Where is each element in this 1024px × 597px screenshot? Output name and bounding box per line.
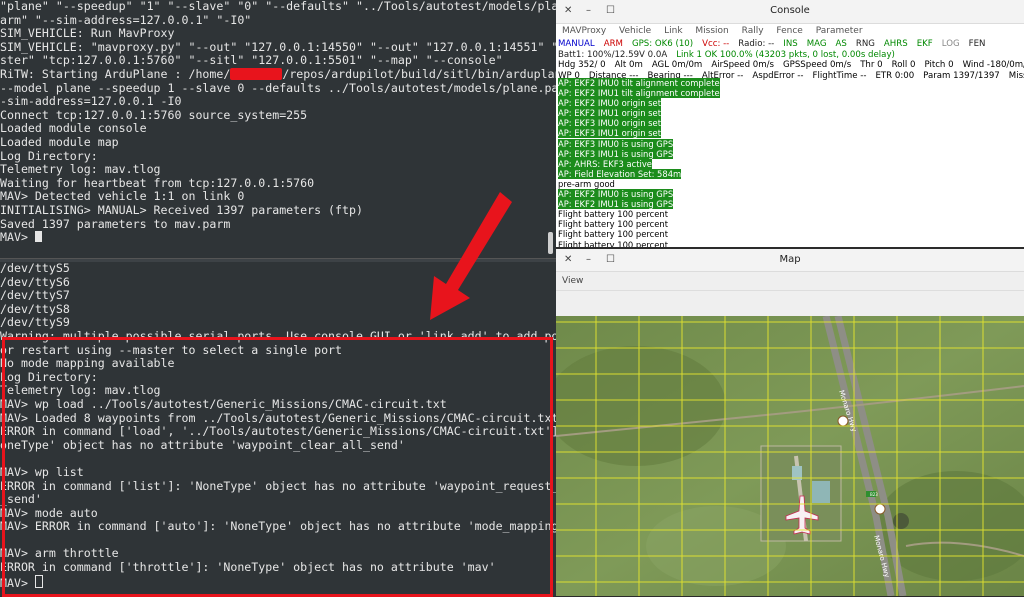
satellite-map[interactable]: B23 Monaro Hwy Monaro Hwy: [556, 316, 1024, 596]
status-field: Pitch 0: [924, 60, 954, 71]
terminal-line: arm" "--sim-address=127.0.0.1" "-I0": [0, 12, 252, 27]
status-row-attitude: Hdg 352/ 0 Alt 0m AGL 0m/0m AirSpeed 0m/s GP…: [556, 60, 1024, 71]
status-indicator: Link 1 OK 100.0% (43203 pkts, 0 lost, 0.…: [676, 49, 895, 60]
console-message: AP: EKF3 IMU1 origin set: [558, 128, 661, 139]
status-field: AGL 0m/0m: [651, 60, 703, 71]
menu-vehicle[interactable]: Vehicle: [619, 24, 651, 39]
status-field: GPSSpeed 0m/s: [783, 60, 852, 71]
console-message: AP: EKF2 IMU1 tilt alignment complete: [558, 88, 720, 99]
terminal-line: --model plane --speedup 1 --slave 0 --de…: [0, 80, 556, 95]
status-field: Thr 0: [860, 60, 883, 71]
status-row-mode: MANUAL ARM GPS: OK6 (10) Vcc: -- Radio: -- IN…: [556, 39, 1024, 50]
terminal-line: SIM_VEHICLE: Run MavProxy: [0, 26, 175, 41]
console-titlebar[interactable]: ✕ – ☐ Console: [556, 0, 1024, 24]
map-title: Map: [779, 254, 801, 265]
console-message: Flight battery 100 percent: [558, 219, 668, 230]
console-title: Console: [770, 5, 810, 16]
status-indicator: EKF: [916, 39, 933, 49]
menu-link[interactable]: Link: [664, 24, 682, 39]
console-message: AP: EKF3 IMU0 is using GPS: [558, 138, 674, 149]
status-indicator: Vcc: --: [702, 39, 730, 49]
console-message: AP: EKF2 IMU1 origin set: [558, 108, 661, 119]
terminal-line: Connect tcp:127.0.0.1:5760 source_system…: [0, 107, 308, 122]
status-field: Wind -180/0m/s: [962, 60, 1024, 71]
status-indicator: Batt1: 100%/12.59V 0.0A: [558, 49, 668, 60]
status-field: AirSpeed 0m/s: [711, 60, 774, 71]
status-indicator: ARM: [603, 39, 623, 49]
menu-mission[interactable]: Mission: [695, 24, 728, 39]
status-indicator: Radio: --: [738, 39, 775, 49]
terminal-line: Loaded module map: [0, 134, 119, 149]
menu-view[interactable]: View: [562, 276, 583, 286]
terminal-line: -sim-address=127.0.0.1 -I0: [0, 94, 182, 109]
console-message: AP: EKF3 IMU0 origin set: [558, 118, 661, 129]
redaction-mark: [230, 67, 283, 80]
console-message-log[interactable]: AP: EKF2 IMU0 tilt alignment complete AP:…: [556, 78, 1024, 247]
status-field: Hdg 352/ 0: [558, 60, 606, 71]
map-window: ✕ – ☐ Map View B23 Monaro Hwy Monaro Hwy: [556, 249, 1024, 596]
console-message: AP: Field Elevation Set: 584m: [558, 168, 682, 179]
ritw-prefix: RiTW: Starting ArduPlane : /home/: [0, 66, 231, 81]
terminal-line: "plane" "--speedup" "1" "--slave" "0" "-…: [0, 0, 556, 13]
terminal-line-ritw: RiTW: Starting ArduPlane : /home/ /repos/…: [0, 66, 556, 82]
terminal-line: SIM_VEHICLE: "mavproxy.py" "--out" "127.…: [0, 39, 556, 54]
status-indicator: MANUAL: [558, 39, 595, 49]
console-message: Flight battery 100 percent: [558, 229, 668, 240]
terminal-line: Telemetry log: mav.tlog: [0, 162, 161, 177]
status-indicator: LOG: [941, 39, 960, 49]
status-indicator: RNG: [855, 39, 875, 49]
status-indicator: GPS: OK6 (10): [631, 39, 694, 49]
status-indicator: AHRS: [883, 39, 908, 49]
status-indicator: INS: [783, 39, 798, 49]
cursor: [34, 231, 42, 243]
console-message: AP: EKF2 IMU0 tilt alignment complete: [558, 78, 720, 88]
console-message: Flight battery 100 percent: [558, 209, 668, 220]
status-indicator: MAG: [806, 39, 827, 49]
console-message: pre-arm good: [558, 178, 615, 189]
scrollbar-thumb[interactable]: [548, 232, 553, 254]
map-imagery: B23 Monaro Hwy Monaro Hwy: [556, 316, 1024, 596]
map-titlebar[interactable]: ✕ – ☐ Map: [556, 249, 1024, 272]
console-message: AP: EKF2 IMU0 is using GPS: [558, 189, 674, 200]
terminal-line: Log Directory:: [0, 148, 98, 163]
highlight-box: [2, 337, 553, 597]
red-arrow-icon: [430, 192, 512, 320]
console-window: ✕ – ☐ Console MAVProxy Vehicle Link Miss…: [556, 0, 1024, 247]
status-field: Roll 0: [891, 60, 916, 71]
menu-parameter[interactable]: Parameter: [816, 24, 863, 39]
terminal-line: ster" "tcp:127.0.0.1:5760" "--sitl" "127…: [0, 53, 503, 68]
road-badge: B23: [870, 492, 878, 497]
map-menubar: View: [556, 272, 1024, 291]
menu-fence[interactable]: Fence: [776, 24, 802, 39]
console-message: Flight battery 100 percent: [558, 239, 668, 248]
menu-rally[interactable]: Rally: [742, 24, 764, 39]
ritw-suffix: /repos/ardupilot/build/sitl/bin/arduplan…: [282, 66, 556, 81]
console-message: AP: EKF2 IMU0 origin set: [558, 98, 661, 109]
status-field: Alt 0m: [614, 60, 643, 71]
status-indicator: FEN: [968, 39, 986, 49]
status-row-battery: Batt1: 100%/12.59V 0.0A Link 1 OK 100.0% …: [556, 50, 1024, 61]
terminal-line: Loaded module console: [0, 121, 147, 136]
console-message: AP: AHRS: EKF3 active: [558, 158, 652, 169]
status-indicator: AS: [835, 39, 847, 49]
menu-mavproxy[interactable]: MAVProxy: [562, 24, 606, 39]
console-message: AP: EKF2 IMU1 is using GPS: [558, 199, 674, 210]
console-menubar: MAVProxy Vehicle Link Mission Rally Fenc…: [556, 24, 1024, 39]
console-message: AP: EKF3 IMU1 is using GPS: [558, 148, 674, 159]
